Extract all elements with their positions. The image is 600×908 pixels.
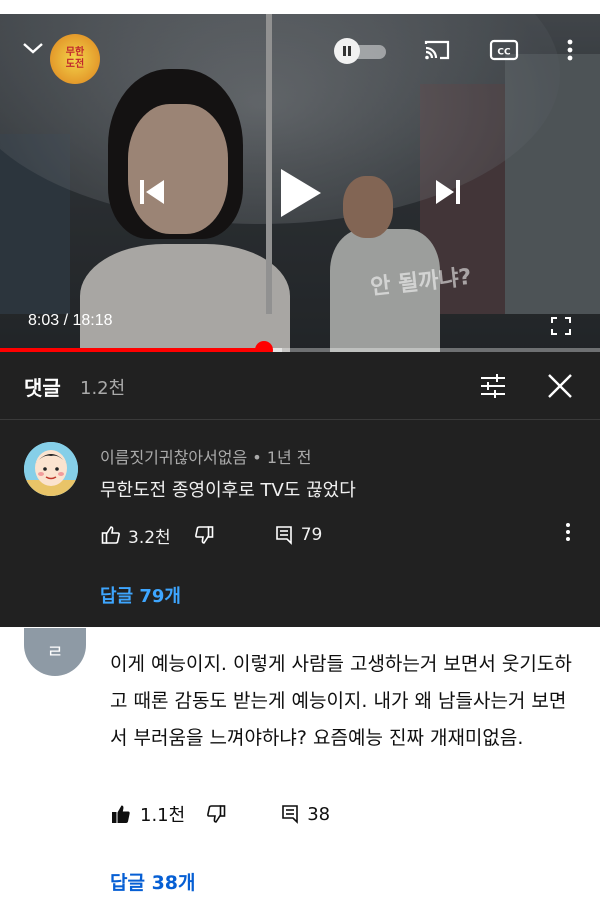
comment-text: 이게 예능이지. 이렇게 사람들 고생하는거 보면서 웃기도하고 때론 감동도 … xyxy=(110,653,572,749)
comments-title: 댓글 xyxy=(24,376,61,400)
like-count: 3.2천 xyxy=(128,527,171,548)
comment-actions: 3.2천 79 xyxy=(100,522,322,548)
thumbs-down-outline-icon[interactable] xyxy=(205,803,227,825)
view-replies-link[interactable]: 답글 79개 xyxy=(100,582,181,608)
svg-text:CC: CC xyxy=(497,48,511,58)
like-count: 1.1천 xyxy=(140,805,186,826)
comments-header: 댓글 1.2천 xyxy=(0,352,600,420)
thumbs-down-outline-icon[interactable] xyxy=(193,524,215,546)
comment-author[interactable]: 이름짓기귀찮아서없음 xyxy=(100,448,247,467)
reply-count: 79 xyxy=(300,525,323,545)
autoplay-toggle[interactable] xyxy=(334,38,388,64)
cc-icon[interactable]: CC xyxy=(488,36,520,64)
avatar-letter: ㄹ xyxy=(46,642,64,663)
skip-next-icon[interactable] xyxy=(428,172,468,212)
channel-logo-text: 무한 도전 xyxy=(65,47,85,70)
avatar[interactable] xyxy=(24,442,78,496)
comment-meta: 이름짓기귀찮아서없음 • 1년 전 xyxy=(100,444,312,468)
reply-comment-icon[interactable] xyxy=(279,803,301,825)
close-icon[interactable] xyxy=(546,372,576,402)
channel-logo: 무한 도전 xyxy=(50,34,100,84)
fullscreen-icon[interactable] xyxy=(548,314,574,338)
thumbs-up-outline-icon[interactable] xyxy=(100,524,122,546)
comment-text: 무한도전 종영이후로 TV도 끊었다 xyxy=(100,480,356,501)
more-vert-icon[interactable] xyxy=(565,522,585,548)
time-separator: / xyxy=(59,312,73,329)
view-replies-link[interactable]: 답글 38개 xyxy=(110,868,196,895)
thumbs-up-filled-icon[interactable] xyxy=(110,803,132,825)
skip-previous-icon[interactable] xyxy=(132,172,172,212)
comment-actions: 1.1천 38 xyxy=(110,800,330,828)
more-vert-icon[interactable] xyxy=(558,36,582,64)
time-display: 8:03 / 18:18 xyxy=(28,312,113,330)
comments-count: 1.2천 xyxy=(80,378,126,399)
cast-icon[interactable] xyxy=(421,36,453,64)
play-icon[interactable] xyxy=(270,162,330,224)
sort-filter-icon[interactable] xyxy=(478,372,508,400)
chevron-down-icon[interactable] xyxy=(18,36,48,60)
current-time: 8:03 xyxy=(28,312,60,329)
video-player[interactable]: 안 될까냐? 무한 도전 CC 8:03 / 18:18 xyxy=(0,14,600,352)
reply-comment-icon[interactable] xyxy=(273,524,295,546)
comment-age: • 1년 전 xyxy=(247,448,312,467)
avatar[interactable]: ㄹ xyxy=(24,628,86,676)
pause-icon xyxy=(334,38,360,64)
comments-panel: 댓글 1.2천 이름짓기귀찮아서없음 • 1년 전 무한도전 종영이후로 TV도… xyxy=(0,352,600,627)
duration: 18:18 xyxy=(72,312,113,329)
progress-scrubber[interactable] xyxy=(255,341,273,352)
reply-count: 38 xyxy=(307,803,331,825)
